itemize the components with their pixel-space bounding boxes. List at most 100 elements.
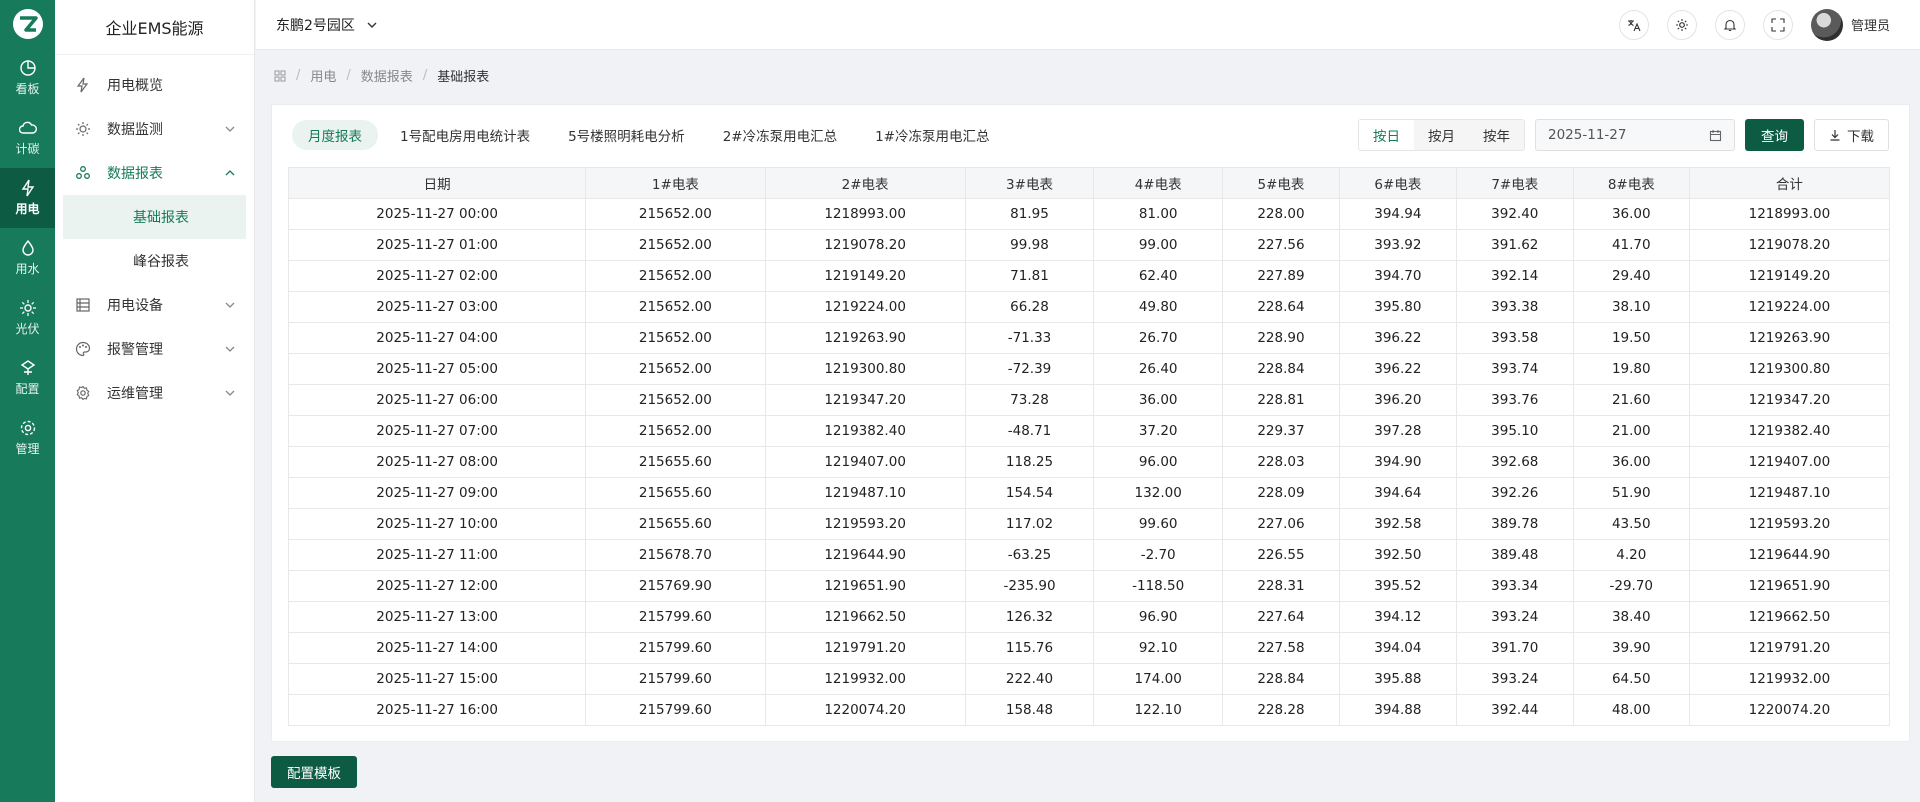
table-cell: 393.24 [1455, 601, 1574, 633]
table-cell: 96.90 [1093, 601, 1224, 633]
report-tab[interactable]: 1#冷冻泵用电汇总 [859, 120, 1005, 150]
table-cell: 397.28 [1338, 415, 1457, 447]
table-cell: 1219263.90 [764, 322, 966, 354]
table-cell: 2025-11-27 06:00 [287, 384, 587, 416]
menu-item-monitor[interactable]: 数据监测 [55, 107, 254, 151]
table-cell: 215769.90 [585, 570, 766, 602]
menu-item-ops[interactable]: 运维管理 [55, 371, 254, 415]
gear-icon [76, 385, 90, 401]
menu-item-alarm[interactable]: 报警管理 [55, 327, 254, 371]
table-cell: 1219149.20 [1688, 260, 1891, 292]
chevron-down-icon [225, 390, 235, 396]
table-cell: 64.50 [1572, 663, 1690, 695]
table-cell: 394.64 [1338, 477, 1457, 509]
report-tab[interactable]: 月度报表 [292, 120, 378, 150]
translate-button[interactable] [1618, 9, 1649, 40]
download-button[interactable]: 下载 [1814, 119, 1889, 151]
table-cell: 1220074.20 [1688, 694, 1891, 726]
table-row: 2025-11-27 05:00 215652.00 1219300.80 -72.3… [287, 353, 1891, 385]
table-cell: 395.88 [1338, 663, 1457, 695]
logo [0, 0, 55, 48]
table-cell: 1219593.20 [1688, 508, 1891, 540]
table-row: 2025-11-27 15:00 215799.60 1219932.00 222.4… [287, 663, 1891, 695]
menu-item-device[interactable]: 用电设备 [55, 283, 254, 327]
fullscreen-button[interactable] [1762, 9, 1793, 40]
table-cell: 392.44 [1455, 694, 1574, 726]
table-cell: 2025-11-27 11:00 [287, 539, 587, 571]
table-cell: 215799.60 [585, 601, 766, 633]
table-cell: 228.81 [1222, 384, 1340, 416]
table-cell: 389.48 [1455, 539, 1574, 571]
table-cell: 1219224.00 [764, 291, 966, 323]
menu-sub-peak-report[interactable]: 峰谷报表 [63, 239, 246, 283]
report-tab[interactable]: 5号楼照明耗电分析 [552, 120, 701, 150]
rail-label: 用水 [15, 262, 40, 276]
grid-icon[interactable] [274, 70, 286, 82]
table-cell: 228.00 [1222, 198, 1340, 230]
table-cell: 228.84 [1222, 663, 1340, 695]
breadcrumb-item[interactable]: 用电 [310, 66, 336, 85]
menu-item-report[interactable]: 数据报表 [55, 151, 254, 195]
menu-item-overview[interactable]: 用电概览 [55, 63, 254, 107]
rail-label: 看板 [15, 82, 40, 96]
report-tab[interactable]: 1号配电房用电统计表 [384, 120, 546, 150]
app-title: 企业EMS能源 [55, 0, 254, 55]
table-cell: 174.00 [1093, 663, 1224, 695]
rail-item-6[interactable]: 管理 [0, 408, 55, 468]
table-cell: 1219078.20 [764, 229, 966, 261]
period-month-button[interactable]: 按月 [1414, 120, 1469, 150]
breadcrumb-item[interactable]: 数据报表 [361, 66, 413, 85]
table-cell: 394.04 [1338, 632, 1457, 664]
table-cell: 92.10 [1093, 632, 1224, 664]
rail-label: 计碳 [15, 142, 40, 156]
config-template-button[interactable]: 配置模板 [271, 756, 357, 788]
user-menu[interactable]: 管理员 [1810, 8, 1890, 41]
rail-item-0[interactable]: 看板 [0, 48, 55, 108]
rail-item-5[interactable]: 配置 [0, 348, 55, 408]
table-cell: 215655.60 [585, 508, 766, 540]
table-cell: 2025-11-27 04:00 [287, 322, 587, 354]
period-day-button[interactable]: 按日 [1359, 120, 1414, 150]
rail-item-2[interactable]: 用电 [0, 168, 55, 228]
table-cell: 1219932.00 [764, 663, 966, 695]
table-cell: 228.64 [1222, 291, 1340, 323]
column-header: 2#电表 [764, 167, 966, 199]
table-cell: 1219407.00 [764, 446, 966, 478]
table-cell: 2025-11-27 05:00 [287, 353, 587, 385]
table-cell: 215652.00 [585, 322, 766, 354]
table-cell: 38.10 [1572, 291, 1690, 323]
notification-button[interactable] [1714, 9, 1745, 40]
table-cell: 2025-11-27 01:00 [287, 229, 587, 261]
icon-rail: 看板计碳用电用水光伏 配置 管理 [0, 0, 55, 802]
table-cell: 126.32 [964, 601, 1095, 633]
table-cell: 1219662.50 [1688, 601, 1891, 633]
table-cell: 215652.00 [585, 353, 766, 385]
table-cell: 81.00 [1093, 198, 1224, 230]
rail-item-3[interactable]: 用水 [0, 228, 55, 288]
menu-sub-basic-report[interactable]: 基础报表 [63, 195, 246, 239]
table-cell: 215652.00 [585, 260, 766, 292]
table-cell: 394.90 [1338, 446, 1457, 478]
table-cell: 38.40 [1572, 601, 1690, 633]
report-tab[interactable]: 2#冷冻泵用电汇总 [707, 120, 853, 150]
sun-icon [19, 300, 36, 316]
column-header: 合计 [1688, 167, 1891, 199]
fullscreen-icon [1771, 17, 1785, 32]
breadcrumb-separator: / [422, 68, 428, 83]
table-cell: -63.25 [964, 539, 1095, 571]
table-cell: 122.10 [1093, 694, 1224, 726]
table-cell: 1219300.80 [1688, 353, 1891, 385]
table-cell: 19.50 [1572, 322, 1690, 354]
theme-button[interactable] [1666, 9, 1697, 40]
table-cell: 393.24 [1455, 663, 1574, 695]
table-cell: 227.06 [1222, 508, 1340, 540]
park-selector[interactable]: 东鹏2号园区 [276, 15, 379, 35]
rail-item-4[interactable]: 光伏 [0, 288, 55, 348]
table-cell: 154.54 [964, 477, 1095, 509]
period-year-button[interactable]: 按年 [1469, 120, 1524, 150]
query-button[interactable]: 查询 [1745, 119, 1804, 151]
rail-item-1[interactable]: 计碳 [0, 108, 55, 168]
table-cell: 1219651.90 [764, 570, 966, 602]
table-cell: 215799.60 [585, 663, 766, 695]
date-picker[interactable]: 2025-11-27 [1535, 119, 1735, 151]
